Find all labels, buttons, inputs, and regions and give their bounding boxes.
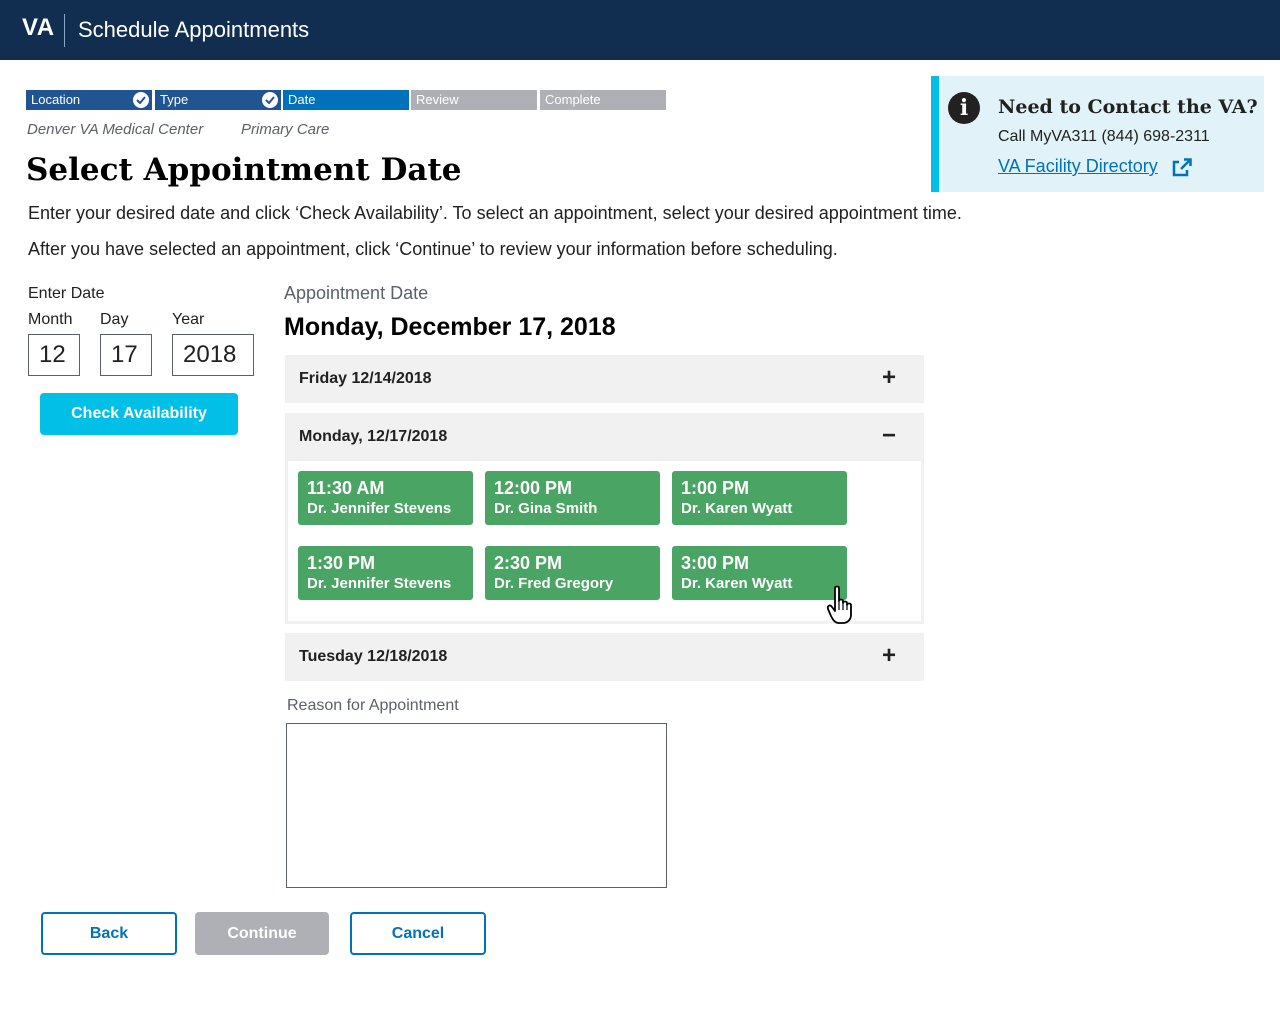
year-label: Year [172,311,205,328]
checkmark-icon [262,92,278,108]
slot-doctor: Dr. Jennifer Stevens [307,500,452,517]
enter-date-label: Enter Date [28,285,105,302]
slot-time: 3:00 PM [681,553,750,573]
slot-doctor: Dr. Karen Wyatt [681,575,793,592]
year-input[interactable]: 2018 [172,334,254,376]
selected-appointment-date: Monday, December 17, 2018 [284,313,616,341]
time-slot-button[interactable]: 3:00 PM Dr. Karen Wyatt [672,546,847,600]
day-title: Friday 12/14/2018 [299,370,432,387]
contact-title: Need to Contact the VA? [998,96,1258,118]
day-title: Tuesday 12/18/2018 [299,648,448,665]
info-icon: i [948,92,980,124]
facility-directory-link[interactable]: VA Facility Directory [998,156,1158,177]
step-complete: Complete [540,90,666,110]
step-location: Location [26,90,152,110]
slot-time: 11:30 AM [307,478,385,498]
time-slot-button[interactable]: 11:30 AM Dr. Jennifer Stevens [298,471,473,525]
reason-textarea[interactable] [286,723,667,888]
va-logo[interactable]: VA [22,14,55,42]
month-input[interactable]: 12 [28,334,80,376]
day-label: Day [100,311,129,328]
instruction-text: After you have selected an appointment, … [28,239,838,259]
step-label: Location [31,92,81,107]
step-label: Type [160,92,189,107]
header-divider [64,14,65,47]
day-title: Monday, 12/17/2018 [299,428,448,445]
month-label: Month [28,311,73,328]
slot-time: 1:00 PM [681,478,750,498]
time-slot-button[interactable]: 12:00 PM Dr. Gina Smith [485,471,660,525]
time-slot-button[interactable]: 1:00 PM Dr. Karen Wyatt [672,471,847,525]
slot-time: 2:30 PM [494,553,563,573]
continue-button[interactable]: Continue [195,912,329,955]
checkmark-icon [133,92,149,108]
external-link-icon[interactable] [1171,158,1193,178]
slot-time: 12:00 PM [494,478,573,498]
page-title: Select Appointment Date [26,152,462,188]
step-review: Review [411,90,537,110]
reason-label: Reason for Appointment [287,697,459,714]
app-title: Schedule Appointments [78,17,310,42]
appointment-date-label: Appointment Date [284,283,429,303]
time-slot-button[interactable]: 2:30 PM Dr. Fred Gregory [485,546,660,600]
step-label: Review [416,92,459,107]
instruction-text: Enter your desired date and click ‘Check… [28,203,962,223]
day-accordion-header[interactable]: Tuesday 12/18/2018 + [285,633,924,681]
breadcrumb-type: Primary Care [241,121,330,138]
step-label: Complete [545,92,601,107]
contact-info-box: i Need to Contact the VA? Call MyVA311 (… [931,76,1264,192]
collapse-minus-icon[interactable]: − [882,422,896,450]
slot-doctor: Dr. Fred Gregory [494,575,614,592]
expand-plus-icon[interactable]: + [882,642,896,670]
back-button[interactable]: Back [41,912,177,955]
time-slot-button[interactable]: 1:30 PM Dr. Jennifer Stevens [298,546,473,600]
hand-pointer-icon [826,585,852,624]
day-input[interactable]: 17 [100,334,152,376]
slot-doctor: Dr. Karen Wyatt [681,500,793,517]
contact-phone: Call MyVA311 (844) 698-2311 [998,128,1210,145]
step-label: Date [288,92,316,107]
slot-doctor: Dr. Gina Smith [494,500,598,517]
step-type: Type [155,90,281,110]
app-header: VA Schedule Appointments [0,0,1280,60]
slot-doctor: Dr. Jennifer Stevens [307,575,452,592]
breadcrumb-location: Denver VA Medical Center [27,121,204,138]
slot-time: 1:30 PM [307,553,376,573]
check-availability-button[interactable]: Check Availability [40,393,238,435]
day-accordion-header[interactable]: Monday, 12/17/2018 − [285,413,924,461]
expand-plus-icon[interactable]: + [882,364,896,392]
day-accordion-header[interactable]: Friday 12/14/2018 + [285,355,924,403]
step-date: Date [283,90,409,110]
cancel-button[interactable]: Cancel [350,912,486,955]
